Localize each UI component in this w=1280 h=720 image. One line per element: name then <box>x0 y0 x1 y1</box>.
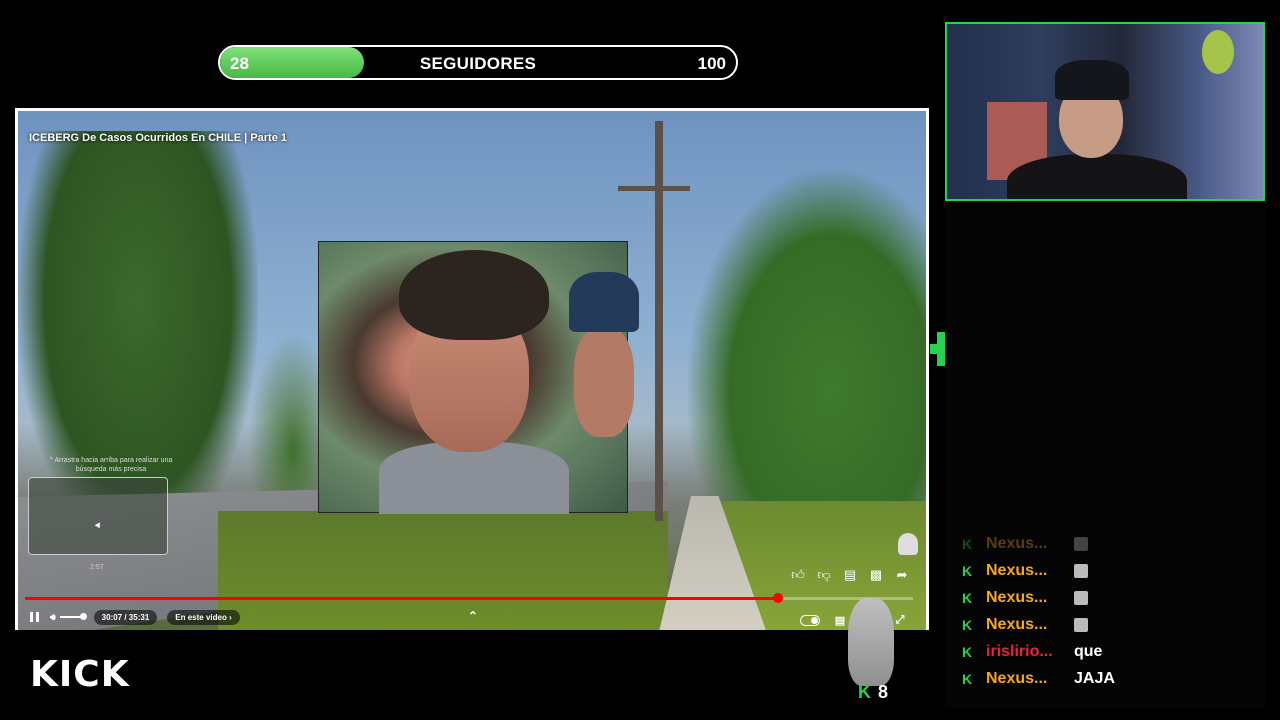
chat-username[interactable]: Nexus... <box>986 589 1074 607</box>
volume-slider[interactable] <box>59 613 87 620</box>
video-action-bar: 👍︎ 👎︎ ▤ ▩ ➦ <box>788 565 912 585</box>
follower-goal-bar: 28 SEGUIDORES 100 <box>218 45 738 80</box>
viewer-count-value: 8 <box>878 682 889 702</box>
kick-k-icon: K <box>962 590 973 606</box>
chat-message: K Nexus... <box>962 586 1088 610</box>
video-title[interactable]: ICEBERG De Casos Ocurridos En CHILE | Pa… <box>29 132 287 144</box>
chat-username[interactable]: Nexus... <box>986 616 1074 634</box>
thumbs-down-icon[interactable]: 👎︎ <box>814 565 834 585</box>
scene-utility-pole <box>655 121 663 521</box>
video-progress-fill <box>25 597 779 600</box>
seek-hint-text: ^ Arrastra hacia arriba para realizar un… <box>49 457 173 473</box>
kick-k-icon: K <box>858 682 871 702</box>
time-display: 30:07 / 35:31 <box>93 609 158 625</box>
rat-mascot <box>848 598 894 686</box>
seek-preview-thumbnail <box>28 477 168 555</box>
chapters-label: En este video <box>175 612 227 622</box>
kick-logo: KICK <box>30 654 130 695</box>
pause-button[interactable] <box>28 611 40 623</box>
chat-username[interactable]: Nexus... <box>986 670 1074 688</box>
emote-icon <box>1074 537 1088 551</box>
kick-k-icon: K <box>962 644 973 660</box>
ghost-avatar-icon[interactable] <box>898 533 918 555</box>
chat-message-text: que <box>1074 643 1103 660</box>
chat-username[interactable]: Nexus... <box>986 562 1074 580</box>
volume-icon[interactable]: 🔊︎ <box>50 612 56 623</box>
share-icon[interactable]: ➦ <box>892 565 912 585</box>
chat-username[interactable]: irislirio... <box>986 643 1074 661</box>
chat-panel: K Nexus... K Nexus... K Nexus... K Nexus... Kiri… <box>945 208 1265 708</box>
video-player[interactable]: ICEBERG De Casos Ocurridos En CHILE | Pa… <box>15 108 929 630</box>
chat-username[interactable]: Nexus... <box>986 535 1074 553</box>
captions-icon[interactable]: ▤ <box>830 610 850 630</box>
autoplay-toggle[interactable] <box>800 614 820 626</box>
webcam-plush-toy <box>1202 30 1234 74</box>
chapters-button[interactable]: En este video › <box>167 609 240 625</box>
volume-control[interactable]: 🔊︎ <box>50 612 87 623</box>
chat-message-text: JAJA <box>1074 670 1115 687</box>
emote-icon <box>1074 591 1088 605</box>
emote-icon <box>1074 564 1088 578</box>
kick-k-icon: K <box>962 536 973 552</box>
kick-k-icon: K <box>962 617 973 633</box>
player-controls: 🔊︎ 30:07 / 35:31 En este video › ⌃ ▤ ⚙ ⤢ <box>18 605 926 629</box>
chat-message: K Nexus... <box>962 559 1088 583</box>
chat-message: K Nexus... <box>962 532 1088 556</box>
comment-icon[interactable]: ▤ <box>840 565 860 585</box>
chat-message: K Nexus... JAJA <box>962 667 1115 691</box>
inset-photo <box>318 241 639 514</box>
webcam-feed <box>945 22 1265 201</box>
kick-k-icon: K <box>962 563 973 579</box>
seek-preview-time: 2:57 <box>90 564 104 571</box>
thumbs-up-icon[interactable]: 👍︎ <box>788 565 808 585</box>
video-progress-bar[interactable] <box>25 593 913 603</box>
chat-message: K Nexus... <box>962 613 1088 637</box>
goal-title: SEGUIDORES <box>419 54 537 73</box>
chat-message: Kirislirio... que <box>962 640 1102 664</box>
viewer-count: K 8 <box>858 682 888 703</box>
remix-icon[interactable]: ▩ <box>866 565 886 585</box>
video-progress-knob[interactable] <box>773 593 784 603</box>
stream-overlay: 28 SEGUIDORES 100 ICEBERG De Casos Ocurr… <box>0 0 1280 720</box>
emote-icon <box>1074 618 1088 632</box>
streamer-cap <box>1055 60 1129 100</box>
goal-target-count: 100 <box>697 54 726 73</box>
chevron-up-icon[interactable]: ⌃ <box>468 609 478 623</box>
kick-k-icon: K <box>962 671 973 687</box>
